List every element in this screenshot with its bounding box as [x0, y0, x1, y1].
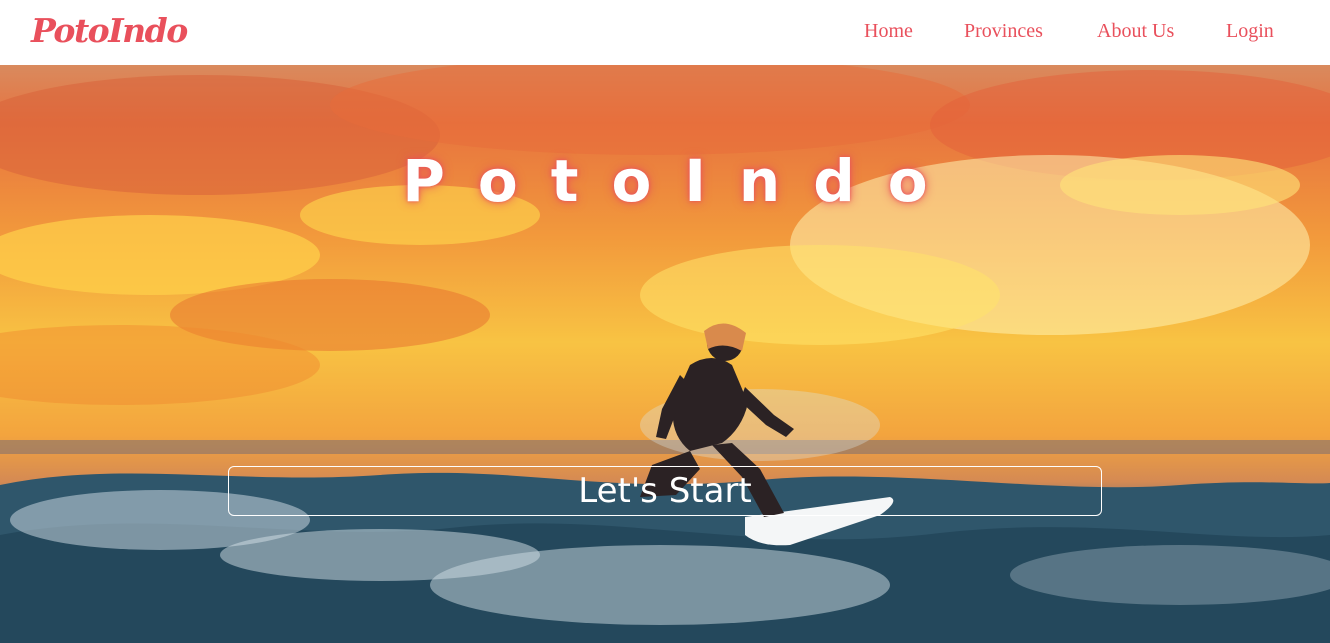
nav-provinces-link[interactable]: Provinces	[964, 19, 1043, 43]
nav-login-link[interactable]: Login	[1226, 19, 1274, 43]
lets-start-button[interactable]: Let's Start	[228, 466, 1102, 516]
brand-logo[interactable]: PotoIndo	[31, 9, 188, 53]
nav-about-link[interactable]: About Us	[1097, 19, 1174, 43]
hero-title: PotoIndo	[402, 147, 961, 215]
hero-section: PotoIndo Let's Start	[0, 65, 1330, 643]
navbar: PotoIndo Home Provinces About Us Login	[0, 0, 1330, 65]
nav-home-link[interactable]: Home	[864, 19, 913, 43]
